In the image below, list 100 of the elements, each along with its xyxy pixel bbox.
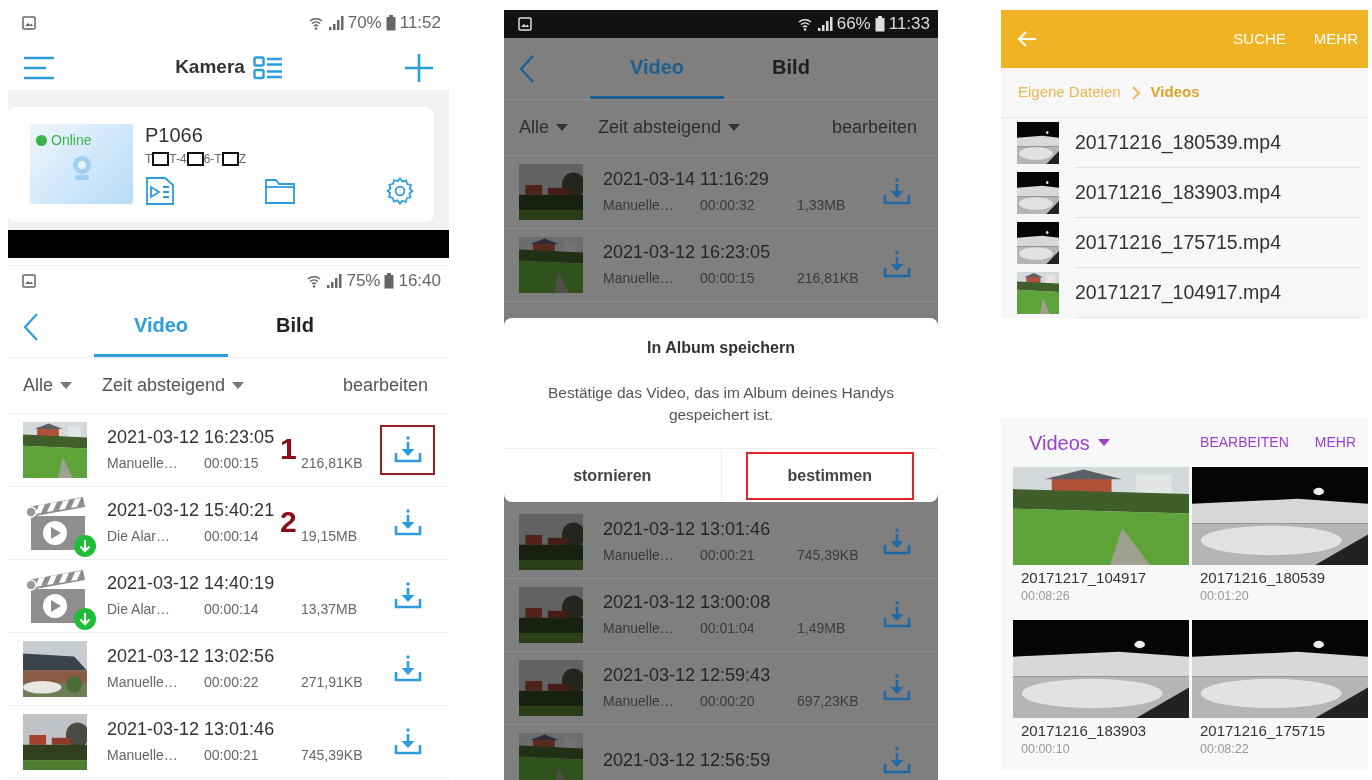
- file-name[interactable]: 20171216_183903.mp4: [1075, 168, 1360, 218]
- video-duration: 00:00:21: [204, 745, 260, 765]
- serial-text: T-4: [169, 151, 187, 168]
- back-icon[interactable]: [23, 311, 39, 342]
- camera-name: P1066: [145, 124, 204, 146]
- video-source: Die Alar…: [107, 599, 172, 619]
- video-duration: 00:00:15: [204, 453, 260, 473]
- video-source: Manuelle…: [107, 745, 179, 765]
- download-icon: [392, 727, 423, 757]
- dialog-button[interactable]: bestimmen: [745, 451, 914, 500]
- camera-card[interactable]: Online P1066 T T-4 6-T Z: [8, 107, 434, 222]
- clock-time: 16:40: [398, 270, 441, 293]
- file-size: 1,33MB: [797, 195, 846, 215]
- download-icon: [881, 527, 912, 557]
- download-button[interactable]: [380, 425, 435, 475]
- gallery-icon: [518, 17, 532, 31]
- video-duration: 00:00:14: [204, 599, 260, 619]
- video-date: 2021-03-14 11:16:29: [603, 168, 769, 192]
- video-name[interactable]: 20171216_175715: [1200, 722, 1368, 740]
- video-date: 2021-03-12 16:23:05: [603, 241, 771, 265]
- wifi-icon: [306, 273, 323, 289]
- file-name[interactable]: 20171216_180539.mp4: [1075, 118, 1360, 168]
- video-source: Manuelle…: [603, 195, 675, 215]
- redaction-box: [186, 152, 204, 166]
- file-name[interactable]: 20171216_175715.mp4: [1075, 218, 1360, 268]
- download-icon: [392, 435, 423, 465]
- back-arrow-icon[interactable]: [1017, 30, 1037, 48]
- signal-icon: [327, 14, 344, 31]
- battery-level: 66%: [836, 13, 871, 36]
- video-date: 2021-03-12 14:40:19: [107, 572, 275, 596]
- camera-status: Online: [51, 131, 92, 150]
- annotation-number: 2: [280, 507, 297, 537]
- video-duration: 00:00:21: [700, 545, 756, 565]
- sort-dropdown[interactable]: Zeit absteigend: [102, 372, 245, 399]
- redaction-box: [221, 152, 239, 166]
- video-source: Manuelle…: [107, 672, 179, 692]
- video-name[interactable]: 20171216_180539: [1200, 569, 1368, 587]
- file-size: 13,37MB: [301, 599, 358, 619]
- settings-icon[interactable]: [385, 176, 415, 206]
- serial-text: T: [145, 151, 153, 168]
- file-size: 745,39KB: [301, 745, 363, 765]
- gallery-icon: [22, 15, 36, 30]
- video-date: 2021-03-12 13:02:56: [107, 645, 275, 669]
- file-size: 19,15MB: [301, 526, 358, 546]
- caret-icon: [1097, 438, 1110, 447]
- add-icon[interactable]: [403, 51, 435, 84]
- video-source: Die Alar…: [107, 526, 172, 546]
- back-icon[interactable]: [519, 53, 535, 84]
- video-date: 2021-03-12 12:56:59: [603, 749, 771, 773]
- file-size: 216,81KB: [797, 268, 859, 288]
- video-duration: 00:00:15: [700, 268, 756, 288]
- clock-time: 11:52: [399, 11, 441, 34]
- file-size: 216,81KB: [301, 453, 363, 473]
- video-source: Manuelle…: [603, 691, 675, 711]
- edit-button[interactable]: bearbeiten: [342, 372, 428, 399]
- video-source: Manuelle…: [603, 545, 675, 565]
- video-date: 2021-03-12 12:59:43: [603, 664, 771, 688]
- toolbar-action[interactable]: MEHR: [1314, 432, 1356, 453]
- video-duration: 00:08:26: [1021, 588, 1071, 605]
- video-date: 2021-03-12 13:00:08: [603, 591, 771, 615]
- download-icon: [392, 581, 423, 611]
- chevron-icon: [1130, 85, 1141, 100]
- battery-icon: [385, 14, 396, 31]
- wifi-icon: [796, 16, 813, 32]
- screen-title: Kamera: [175, 55, 245, 80]
- filter-dropdown[interactable]: Alle: [23, 372, 72, 399]
- file-size: 1,49MB: [797, 618, 846, 638]
- caret-icon: [728, 123, 741, 132]
- menu-icon[interactable]: [23, 55, 55, 80]
- download-icon: [881, 746, 912, 776]
- video-duration: 00:08:22: [1200, 741, 1250, 758]
- dialog-message: Bestätige das Video, das im Album deines Handys gespeichert ist.: [546, 383, 896, 425]
- file-name[interactable]: 20171217_104917.mp4: [1075, 268, 1360, 318]
- file-size: 745,39KB: [797, 545, 859, 565]
- dialog-button[interactable]: stornieren: [531, 451, 694, 500]
- tab[interactable]: Bild: [228, 296, 362, 357]
- download-icon: [392, 508, 423, 538]
- video-source: Manuelle…: [603, 268, 675, 288]
- toolbar-action[interactable]: BEARBEITEN: [1200, 432, 1289, 453]
- video-date: 2021-03-12 13:01:46: [603, 518, 771, 542]
- dialog-title: In Album speichern: [646, 338, 796, 358]
- video-name[interactable]: 20171217_104917: [1021, 569, 1189, 587]
- video-duration: 00:00:32: [700, 195, 756, 215]
- online-dot: [36, 135, 47, 146]
- redaction-box: [152, 152, 170, 166]
- list-view-icon[interactable]: [252, 55, 283, 80]
- file-size: 271,91KB: [301, 672, 363, 692]
- video-duration: 00:00:20: [700, 691, 756, 711]
- album-dropdown[interactable]: Videos: [1029, 427, 1110, 458]
- download-icon: [881, 673, 912, 703]
- clock-time: 11:33: [888, 13, 930, 36]
- tab[interactable]: Bild: [724, 38, 858, 99]
- video-name[interactable]: 20171216_183903: [1021, 722, 1189, 740]
- battery-icon: [874, 16, 885, 32]
- download-icon: [881, 600, 912, 630]
- video-date: 2021-03-12 13:01:46: [107, 718, 275, 742]
- video-placeholder-icon: [23, 568, 87, 624]
- folder-icon[interactable]: [264, 177, 296, 205]
- video-file-icon[interactable]: [145, 176, 175, 206]
- battery-icon: [384, 273, 395, 289]
